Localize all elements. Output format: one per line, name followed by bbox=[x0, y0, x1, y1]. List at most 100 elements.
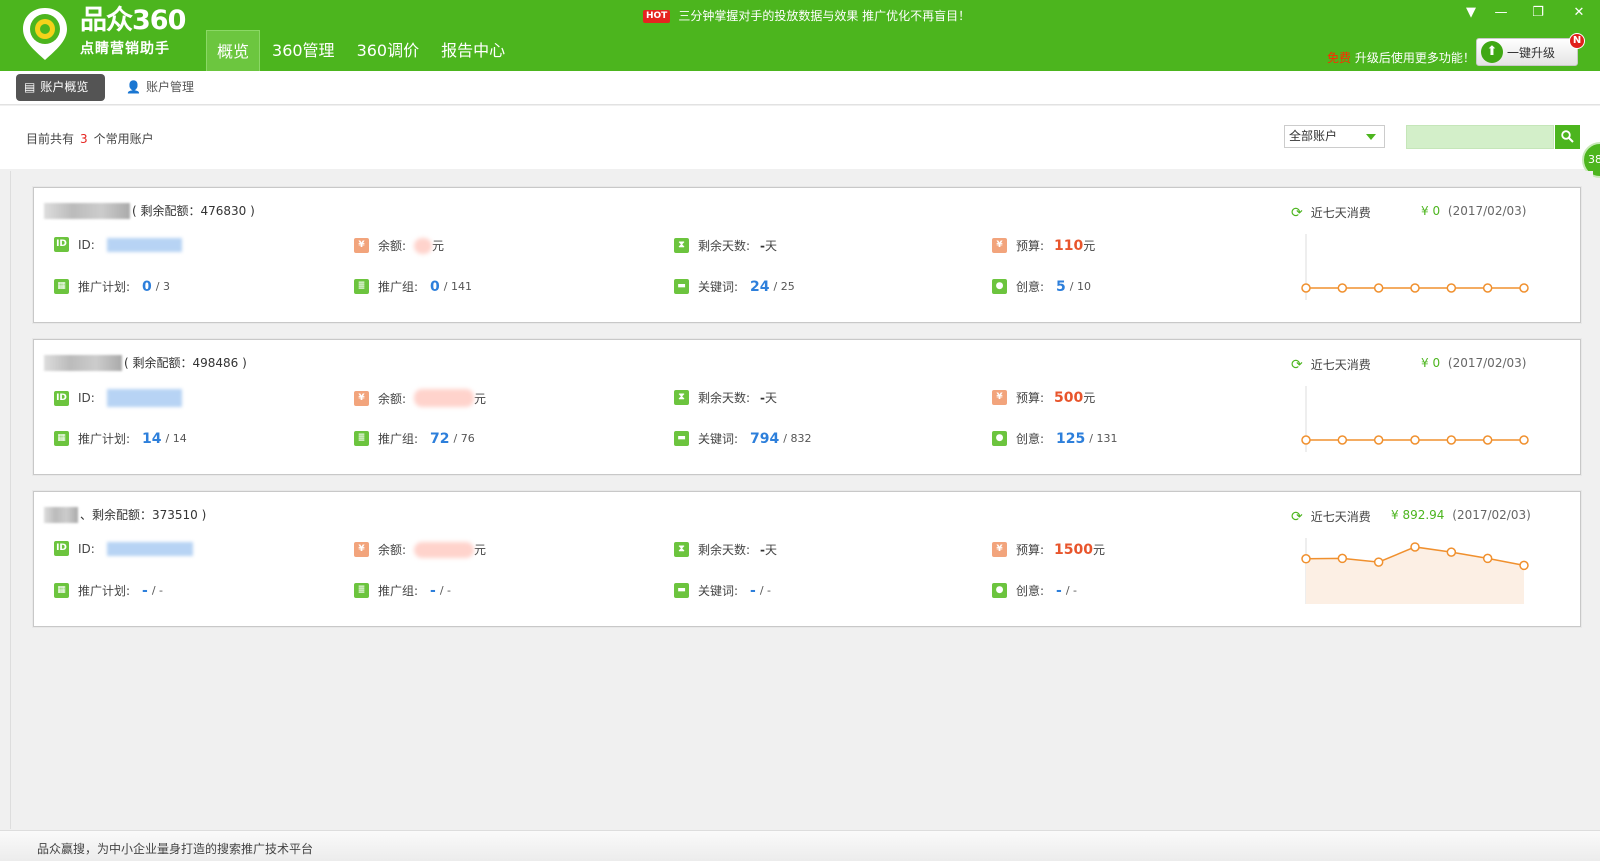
spend-point[interactable] bbox=[1337, 553, 1348, 564]
keywords-field: ▬ 关键词: 794 / 832 bbox=[674, 430, 811, 447]
budget-field: ¥ 预算: 1500 元 bbox=[992, 541, 1105, 558]
keywords-value[interactable]: 794 bbox=[750, 431, 779, 447]
hourglass-icon: ⧗ bbox=[674, 542, 689, 557]
id-field: ID ID: bbox=[54, 541, 193, 556]
upgrade-free-label: 免费 bbox=[1327, 51, 1352, 65]
search-input[interactable] bbox=[1406, 125, 1554, 149]
spend-point[interactable] bbox=[1482, 435, 1493, 445]
spend-amount: ¥ 0 bbox=[1421, 356, 1441, 370]
budget-unit: 元 bbox=[1093, 543, 1106, 557]
keywords-value[interactable]: - bbox=[750, 583, 756, 599]
yen-icon: ¥ bbox=[354, 238, 369, 253]
spend-point[interactable] bbox=[1410, 435, 1420, 445]
plans-value[interactable]: - bbox=[142, 583, 148, 599]
spend-point[interactable] bbox=[1301, 435, 1311, 445]
spend-point[interactable] bbox=[1373, 435, 1384, 445]
spend-point[interactable] bbox=[1519, 435, 1529, 445]
account-card[interactable]: 、剩余配额：373510 ) ID ID: ¥ 余额: 元 ⧗ 剩余天数: - … bbox=[33, 491, 1581, 627]
account-card[interactable]: ( 剩余配额：476830 ) ID ID: ¥ 余额: 元 ⧗ 剩余天数: -… bbox=[33, 187, 1581, 323]
spend-point[interactable] bbox=[1519, 560, 1529, 571]
minimize-icon[interactable]: — bbox=[1491, 4, 1511, 22]
account-count-prefix: 目前共有 bbox=[26, 132, 75, 146]
spend-trend-chart bbox=[1301, 538, 1529, 604]
filter-bar: 目前共有 3 个常用账户 全部账户 bbox=[0, 106, 1600, 169]
groups-value[interactable]: - bbox=[430, 583, 436, 599]
restore-icon[interactable]: ❐ bbox=[1528, 4, 1548, 22]
budget-value[interactable]: 1500 bbox=[1054, 542, 1093, 558]
account-filter-select[interactable]: 全部账户 bbox=[1284, 125, 1385, 148]
overview-icon: ▤ bbox=[24, 80, 36, 94]
hot-banner[interactable]: HOT 三分钟掌握对手的投放数据与效果 推广优化不再盲目！ bbox=[643, 9, 970, 23]
spend-point[interactable] bbox=[1301, 554, 1311, 564]
spend-point[interactable] bbox=[1337, 283, 1348, 293]
budget-field: ¥ 预算: 500 元 bbox=[992, 389, 1095, 406]
menu-dropdown-icon[interactable]: ▼ bbox=[1461, 4, 1481, 22]
days-unit: 天 bbox=[765, 239, 778, 253]
budget-icon: ¥ bbox=[992, 542, 1007, 557]
plans-total: / 3 bbox=[155, 280, 170, 293]
spend-point[interactable] bbox=[1373, 283, 1384, 293]
groups-total: / 76 bbox=[453, 432, 475, 445]
plans-field: ▦ 推广计划: - / - bbox=[54, 582, 163, 599]
spend-point[interactable] bbox=[1482, 553, 1493, 564]
nav-report-center[interactable]: 报告中心 bbox=[431, 30, 515, 71]
tab-account-overview[interactable]: ▤ 账户概览 bbox=[16, 74, 105, 101]
search-icon[interactable] bbox=[1555, 125, 1580, 149]
upgrade-note-text: 升级后使用更多功能！ bbox=[1354, 51, 1475, 65]
spend-point[interactable] bbox=[1410, 283, 1420, 293]
spend-point[interactable] bbox=[1519, 283, 1529, 293]
budget-value[interactable]: 500 bbox=[1054, 390, 1083, 406]
lightbulb-icon: ● bbox=[992, 583, 1007, 598]
spend-point[interactable] bbox=[1482, 283, 1493, 293]
budget-field: ¥ 预算: 110 元 bbox=[992, 237, 1095, 254]
groups-total: / - bbox=[439, 584, 452, 597]
spend-point[interactable] bbox=[1446, 435, 1457, 445]
spend-label-text: 近七天消费 bbox=[1310, 510, 1371, 524]
tab-account-manage[interactable]: 👤 账户管理 bbox=[118, 74, 204, 101]
close-icon[interactable]: ✕ bbox=[1569, 4, 1589, 22]
footer-slogan: 品众赢搜，为中小企业量身打造的搜索推广技术平台 bbox=[37, 842, 314, 856]
balance-value-redacted bbox=[414, 541, 475, 558]
creatives-value[interactable]: 125 bbox=[1056, 431, 1085, 447]
account-title: ( 剩余配额：498486 ) bbox=[44, 354, 247, 371]
spend-point[interactable] bbox=[1301, 283, 1311, 293]
arrow-up-icon: ⬆ bbox=[1481, 41, 1503, 63]
id-field: ID ID: bbox=[54, 237, 182, 252]
account-card[interactable]: ( 剩余配额：498486 ) ID ID: ¥ 余额: 元 ⧗ 剩余天数: -… bbox=[33, 339, 1581, 475]
spend-point[interactable] bbox=[1410, 542, 1420, 552]
chevron-down-icon bbox=[1366, 134, 1376, 140]
keywords-value[interactable]: 24 bbox=[750, 279, 769, 295]
budget-value[interactable]: 110 bbox=[1054, 238, 1083, 254]
spend-trend-chart bbox=[1301, 234, 1529, 300]
creatives-total: / - bbox=[1065, 584, 1078, 597]
plans-value[interactable]: 0 bbox=[142, 279, 152, 295]
spend-point[interactable] bbox=[1337, 435, 1348, 445]
upgrade-note: 免费 升级后使用更多功能！ bbox=[1327, 51, 1475, 65]
keywords-total: / 832 bbox=[783, 432, 812, 445]
plans-value[interactable]: 14 bbox=[142, 431, 161, 447]
logo-title: 品众360 bbox=[80, 5, 186, 36]
refresh-icon[interactable]: ⟳ bbox=[1291, 357, 1303, 373]
creatives-value[interactable]: - bbox=[1056, 583, 1062, 599]
creatives-value[interactable]: 5 bbox=[1056, 279, 1066, 295]
spend-point[interactable] bbox=[1446, 283, 1457, 293]
lightbulb-icon: ● bbox=[992, 431, 1007, 446]
account-title: 、剩余配额：373510 ) bbox=[44, 506, 206, 523]
keywords-field: ▬ 关键词: - / - bbox=[674, 582, 771, 599]
hot-text[interactable]: 三分钟掌握对手的投放数据与效果 推广优化不再盲目！ bbox=[678, 9, 970, 23]
groups-value[interactable]: 72 bbox=[430, 431, 449, 447]
refresh-icon[interactable]: ⟳ bbox=[1291, 509, 1303, 525]
spend-point[interactable] bbox=[1373, 557, 1384, 567]
upgrade-button[interactable]: ⬆ 一键升级 bbox=[1476, 38, 1578, 66]
creatives-label: 创意: bbox=[1016, 280, 1045, 294]
days-unit: 天 bbox=[765, 543, 778, 557]
nav-360-manage[interactable]: 360管理 bbox=[262, 30, 345, 71]
nav-overview[interactable]: 概览 bbox=[206, 30, 261, 71]
account-count-number: 3 bbox=[80, 132, 88, 146]
nav-360-bid[interactable]: 360调价 bbox=[347, 30, 430, 71]
groups-value[interactable]: 0 bbox=[430, 279, 440, 295]
groups-label: 推广组: bbox=[378, 584, 419, 598]
account-quota: ( 剩余配额：498486 ) bbox=[124, 356, 247, 370]
refresh-icon[interactable]: ⟳ bbox=[1291, 205, 1303, 221]
spend-point[interactable] bbox=[1446, 547, 1457, 557]
